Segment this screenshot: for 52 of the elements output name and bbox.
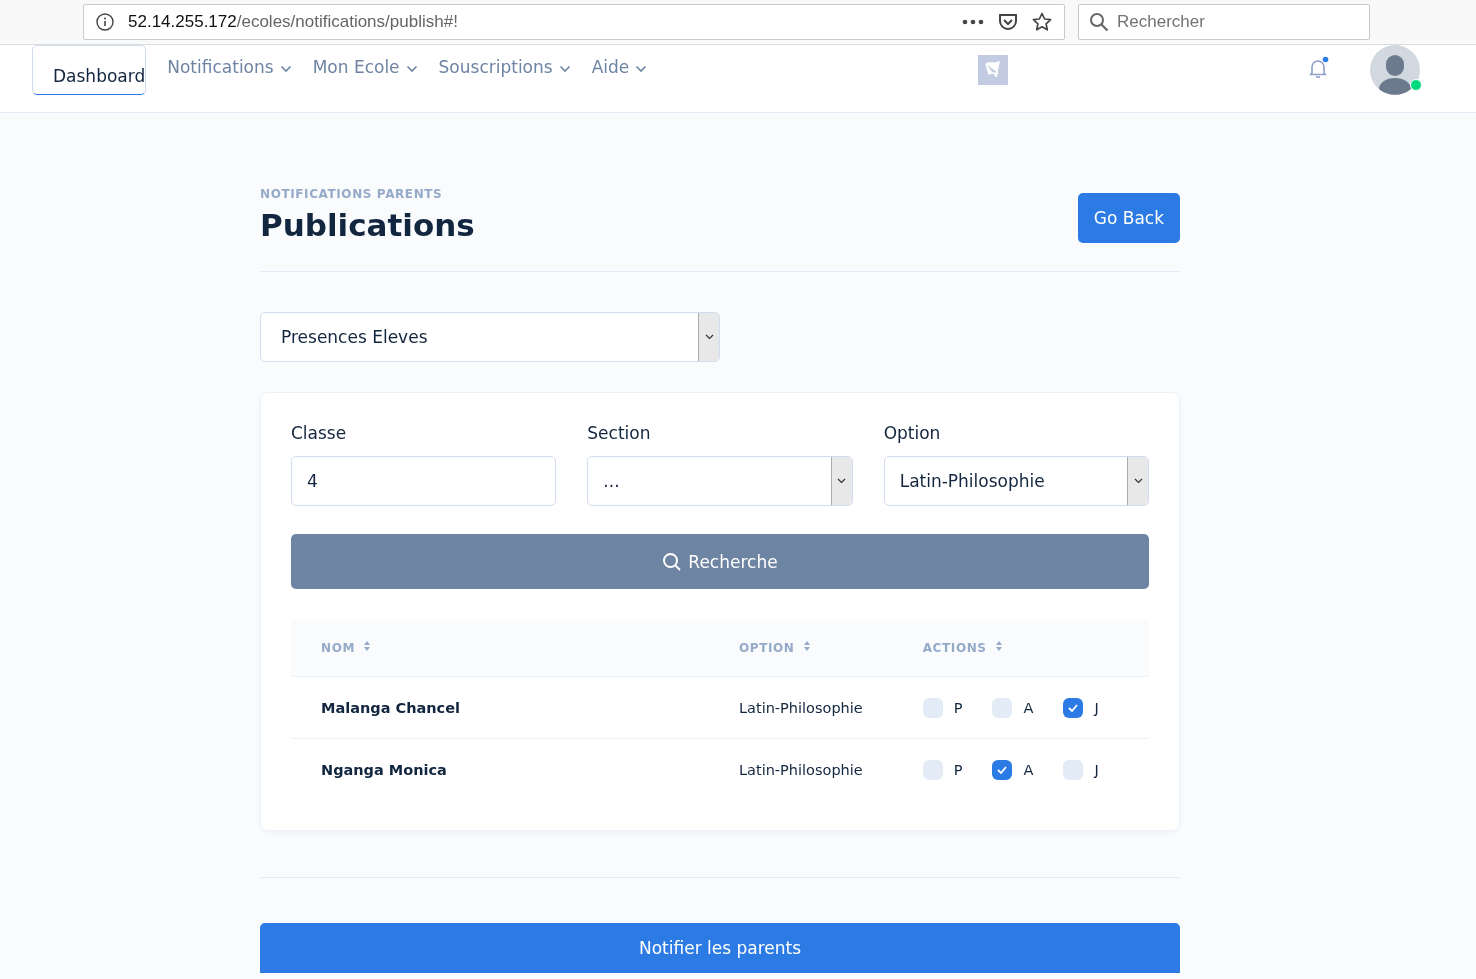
star-icon[interactable] <box>1032 12 1052 32</box>
select-field[interactable]: Latin-Philosophie <box>883 456 1149 506</box>
page-title: Publications <box>260 207 475 243</box>
nav-link[interactable]: Souscriptions <box>438 45 571 111</box>
student-name: Malanga Chancel <box>291 676 709 739</box>
search-icon <box>1089 12 1109 32</box>
url-text: 52.14.255.172/ecoles/notifications/publish#! <box>128 12 459 32</box>
checkbox-label: J <box>1094 699 1099 716</box>
nav-link[interactable]: Dashboard <box>32 45 147 95</box>
option-cell: Latin-Philosophie <box>709 676 893 739</box>
checkbox-label: P <box>953 699 963 716</box>
column-header[interactable]: ACTIONS <box>892 619 1149 677</box>
browser-search-field[interactable]: Rechercher <box>1078 4 1370 40</box>
nav-link[interactable]: Mon Ecole <box>312 45 418 111</box>
address-bar[interactable]: 52.14.255.172/ecoles/notifications/publish#! <box>83 4 1065 40</box>
checkbox-label: A <box>1023 699 1034 716</box>
option-cell: Latin-Philosophie <box>709 738 893 800</box>
input-field[interactable]: 4 <box>291 456 557 506</box>
checkbox[interactable] <box>922 697 943 718</box>
field-label: Section <box>587 423 652 443</box>
nav-link[interactable]: Notifications <box>167 45 292 111</box>
checkbox[interactable] <box>992 697 1013 718</box>
sort-icon <box>994 640 1003 652</box>
field-label: Option <box>883 423 942 443</box>
type-select[interactable]: Presences Eleves <box>260 312 720 362</box>
page-eyebrow: NOTIFICATIONS PARENTS <box>260 187 444 201</box>
column-header[interactable]: OPTION <box>709 619 893 677</box>
student-name: Nganga Monica <box>291 738 709 800</box>
go-back-button[interactable]: Go Back <box>1077 193 1180 243</box>
checkbox[interactable] <box>922 759 943 780</box>
avatar[interactable] <box>1370 45 1420 95</box>
checkbox-label: A <box>1023 761 1034 778</box>
checkmark-icon <box>1068 703 1079 712</box>
select-field[interactable]: ... <box>587 456 853 506</box>
checkbox-label: J <box>1094 761 1099 778</box>
pocket-icon[interactable] <box>998 13 1018 31</box>
checkbox[interactable] <box>1063 759 1084 780</box>
sort-icon <box>363 640 371 652</box>
checkbox[interactable] <box>1063 697 1084 718</box>
column-header[interactable]: NOM <box>291 619 709 677</box>
nav-link[interactable]: Aide <box>591 45 648 111</box>
sort-icon <box>802 640 811 652</box>
info-icon <box>96 13 114 31</box>
search-button[interactable]: Recherche <box>291 534 1149 589</box>
checkbox-label: P <box>953 761 963 778</box>
notify-parents-button[interactable]: Notifier les parents <box>260 923 1180 973</box>
search-icon <box>662 551 683 572</box>
search-placeholder: Rechercher <box>1117 12 1205 32</box>
checkmark-icon <box>997 765 1008 774</box>
checkbox[interactable] <box>992 759 1013 780</box>
more-icon[interactable] <box>962 19 984 25</box>
field-label: Classe <box>291 423 348 443</box>
